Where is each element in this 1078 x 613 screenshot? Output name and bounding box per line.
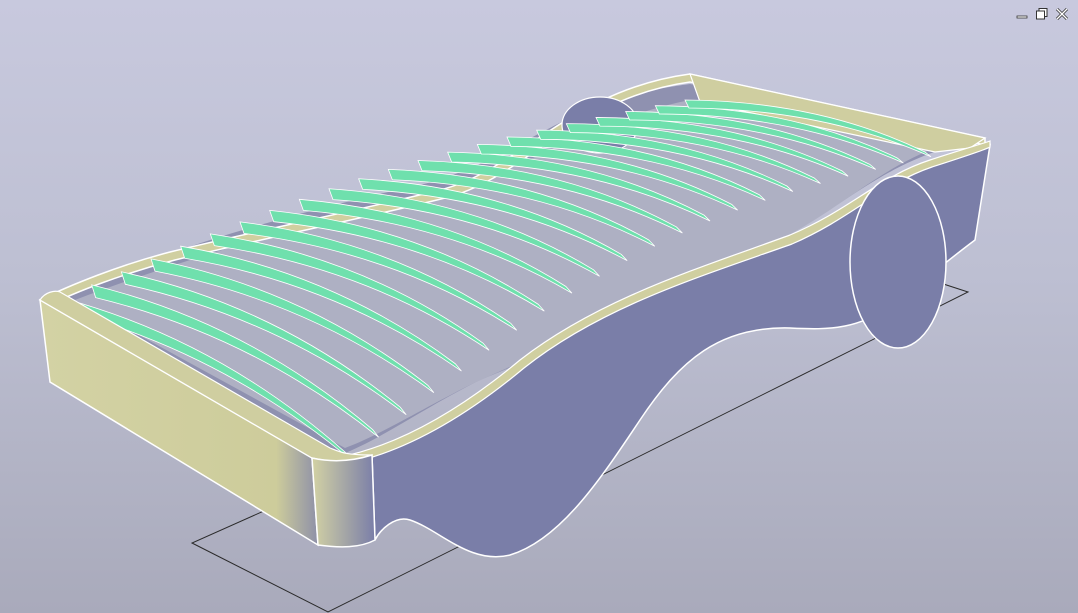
window-controls: [1014, 6, 1070, 22]
near-leg-disc: [849, 175, 947, 349]
minimize-button[interactable]: [1014, 6, 1030, 22]
restore-button[interactable]: [1034, 6, 1050, 22]
close-icon: [1055, 7, 1069, 21]
close-button[interactable]: [1054, 6, 1070, 22]
3d-viewport[interactable]: [0, 0, 1078, 613]
minimize-icon: [1016, 15, 1028, 19]
restore-icon: [1036, 8, 1048, 20]
bed-model-scene[interactable]: [0, 0, 1078, 613]
frame-corner-block: [311, 453, 376, 548]
